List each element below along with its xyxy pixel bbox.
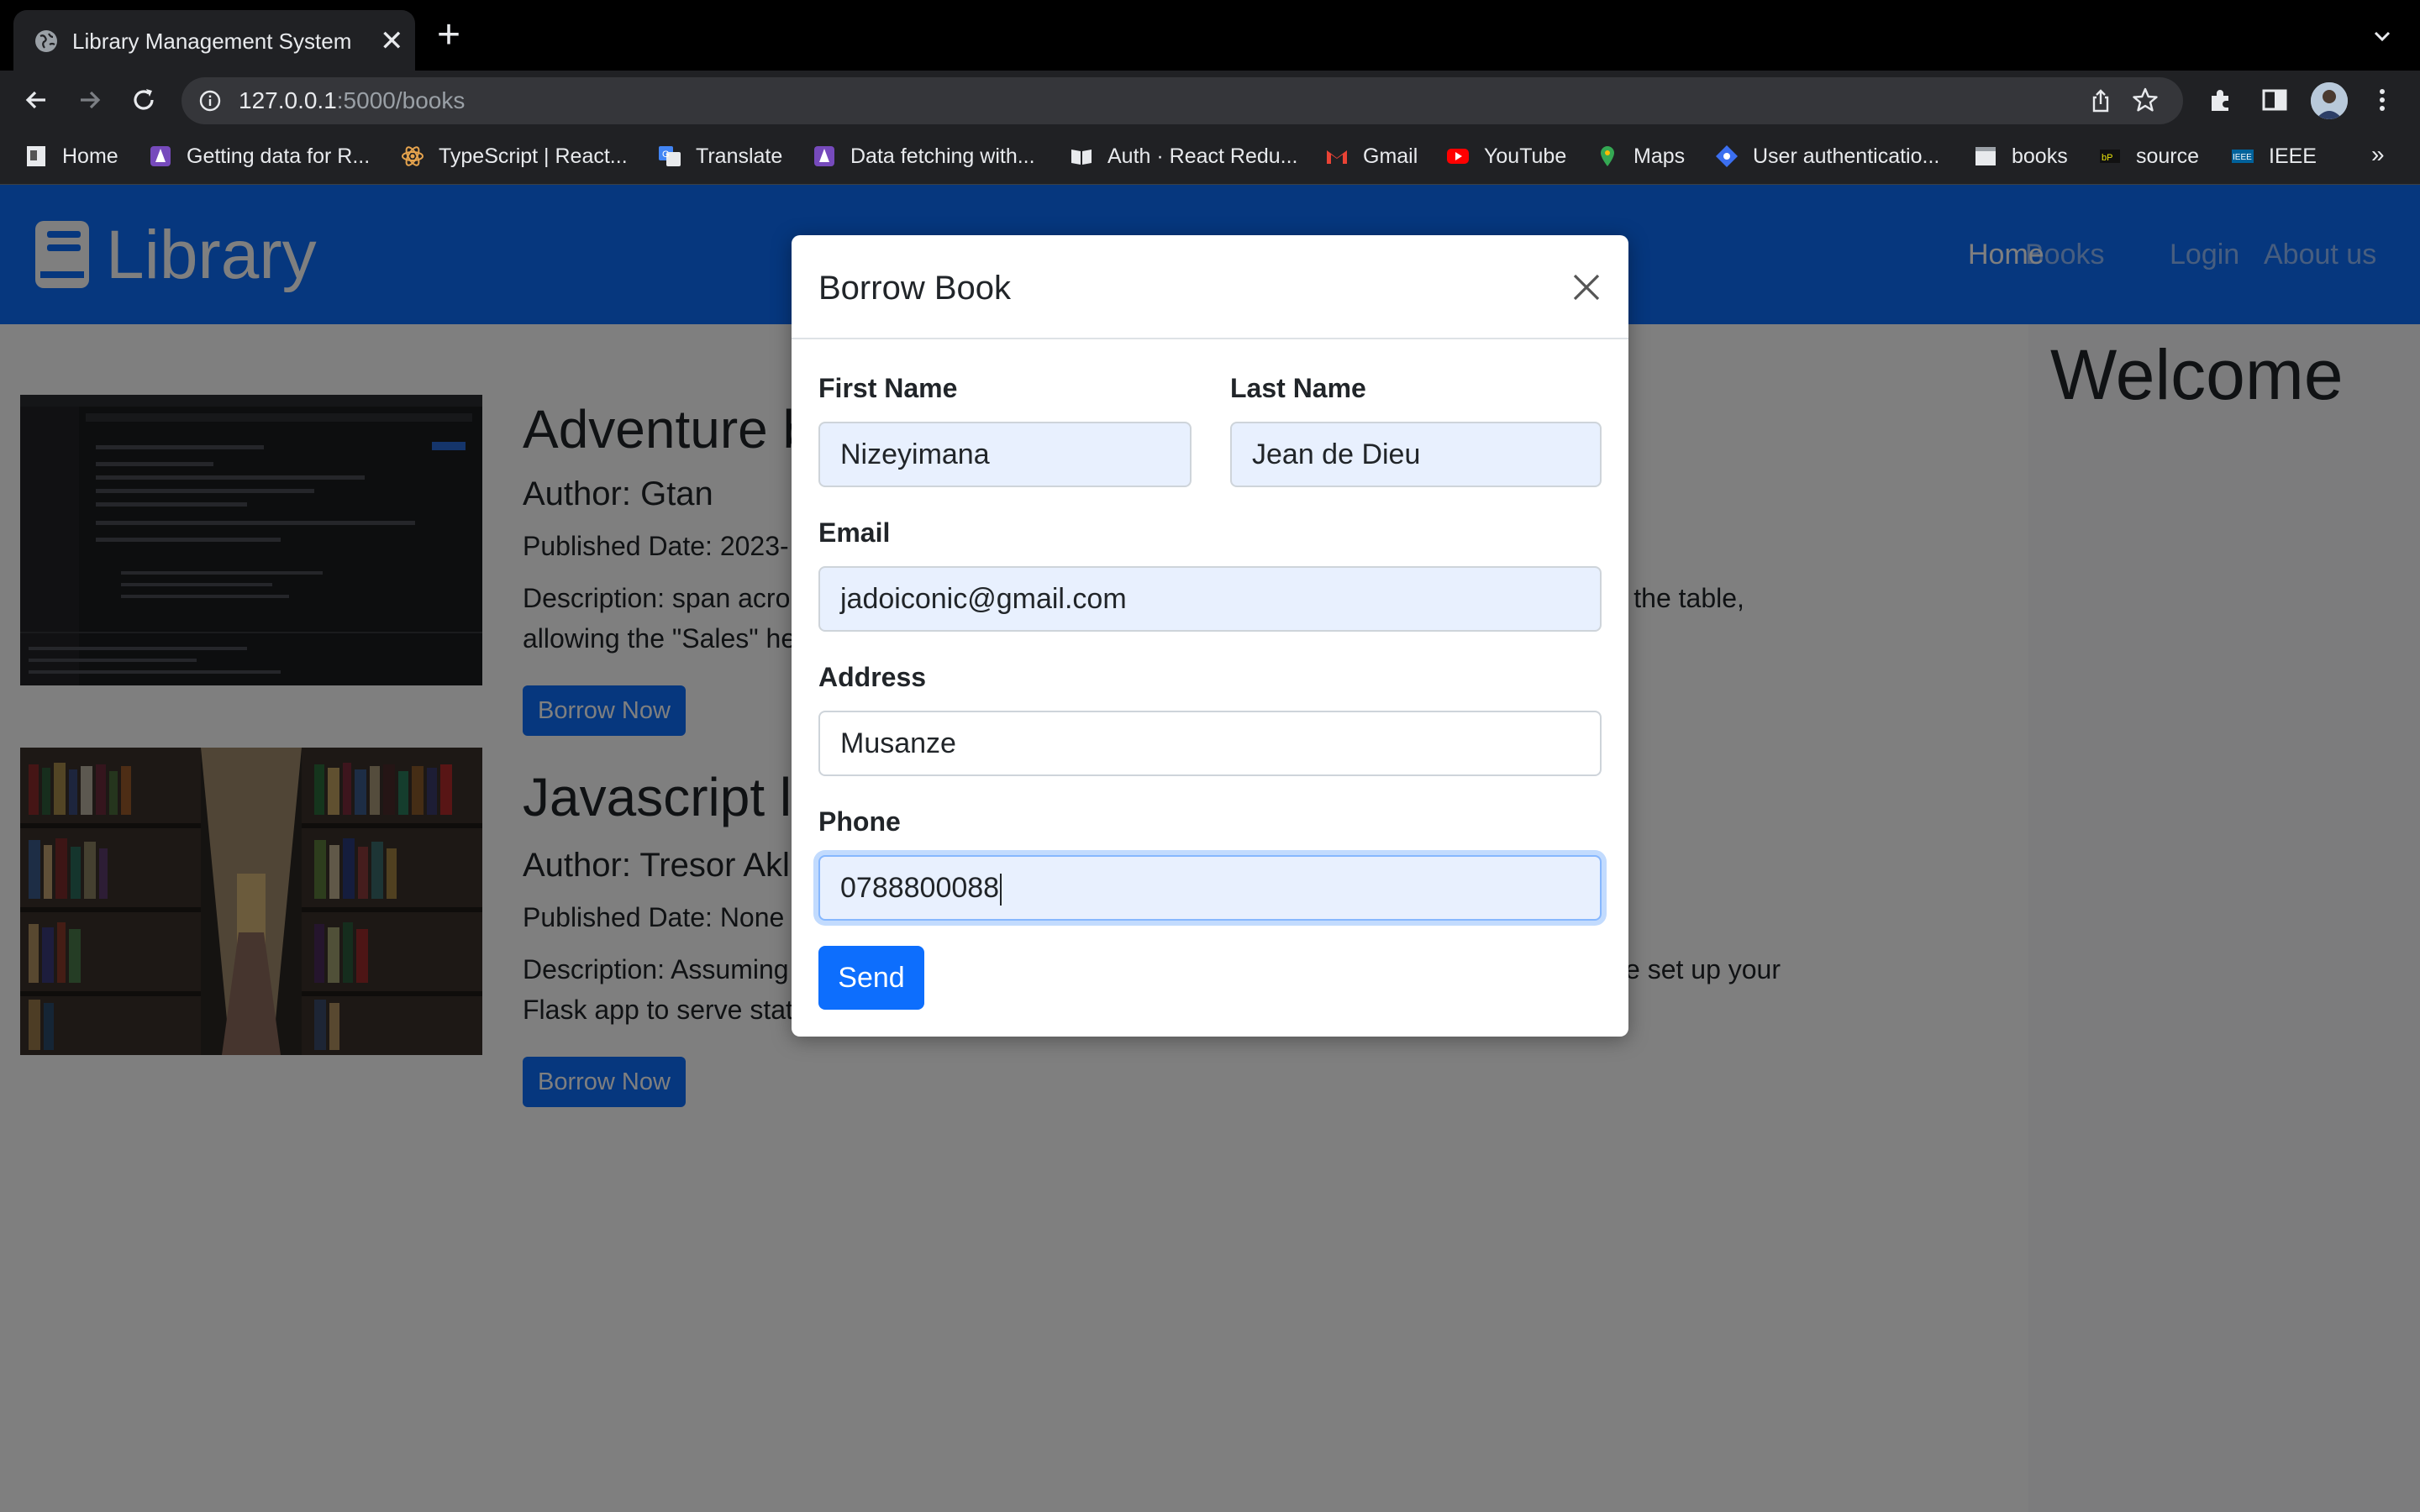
svg-text:IEEE: IEEE <box>2233 153 2252 162</box>
bookmark-user-authentication[interactable]: User authenticatio... <box>1714 141 1939 171</box>
address-input[interactable]: Musanze <box>818 711 1602 776</box>
browser-toolbar: 127.0.0.1:5000/books <box>0 71 2420 129</box>
first-name-input[interactable]: Nizeyimana <box>818 422 1192 487</box>
browser-tab[interactable]: Library Management System ✕ <box>13 10 415 71</box>
phone-label: Phone <box>818 806 901 837</box>
react-atom-icon <box>402 146 424 166</box>
bookmark-label: Getting data for R... <box>187 144 371 168</box>
phone-input[interactable]: 0788800088 <box>818 855 1602 921</box>
svg-text:G: G <box>662 150 670 160</box>
bookmarks-bar: Home Getting data for R... TypeScript | … <box>0 129 2420 185</box>
modal-header: Borrow Book <box>792 235 1628 339</box>
bookmark-label: Home <box>62 144 118 168</box>
site-info-icon[interactable] <box>198 89 222 113</box>
url-path: :5000/books <box>336 87 466 113</box>
bookmark-translate[interactable]: G Translate <box>657 141 782 171</box>
bookmark-auth-react-redux[interactable]: Auth · React Redu... <box>1069 141 1298 171</box>
bookmark-label: IEEE <box>2269 144 2317 168</box>
reload-icon[interactable] <box>128 84 160 116</box>
email-input[interactable]: jadoiconic@gmail.com <box>818 566 1602 632</box>
purple-rocket-icon <box>150 146 171 166</box>
side-panel-icon[interactable] <box>2259 84 2291 116</box>
bookmark-label: Auth · React Redu... <box>1107 144 1298 168</box>
google-translate-icon: G <box>659 146 681 166</box>
bookmark-books[interactable]: books <box>1973 141 2068 171</box>
bookmark-youtube[interactable]: YouTube <box>1445 141 1566 171</box>
modal-title: Borrow Book <box>818 270 1011 307</box>
url-text: 127.0.0.1:5000/books <box>239 87 465 114</box>
bookmark-data-fetching[interactable]: Data fetching with... <box>812 141 1035 171</box>
extensions-puzzle-icon[interactable] <box>2205 84 2237 116</box>
last-name-input[interactable]: Jean de Dieu <box>1230 422 1602 487</box>
blue-diamond-icon <box>1716 145 1738 167</box>
maps-pin-icon <box>1601 146 1614 166</box>
bookmark-label: books <box>2012 144 2068 168</box>
new-tab-button[interactable]: + <box>437 15 460 55</box>
svg-text:bP: bP <box>2102 153 2112 163</box>
bookmark-label: YouTube <box>1484 144 1567 168</box>
book-icon <box>1071 150 1092 165</box>
bookmark-typescript-react[interactable]: TypeScript | React... <box>400 141 628 171</box>
bookmark-star-icon[interactable] <box>2131 86 2160 114</box>
tab-title: Library Management System <box>72 29 352 54</box>
bookmark-label: TypeScript | React... <box>439 144 628 168</box>
bookmark-gmail[interactable]: Gmail <box>1324 141 1418 171</box>
address-bar[interactable]: 127.0.0.1:5000/books <box>182 77 2183 124</box>
email-label: Email <box>818 517 891 548</box>
bookmark-label: Maps <box>1634 144 1686 168</box>
browser-menu-icon[interactable] <box>2366 84 2398 116</box>
bookmark-label: User authenticatio... <box>1753 144 1940 168</box>
address-label: Address <box>818 662 927 692</box>
source-logo-icon: bP <box>2100 150 2120 163</box>
forward-arrow-icon[interactable] <box>74 84 106 116</box>
last-name-label: Last Name <box>1230 373 1366 403</box>
bookmark-label: Translate <box>696 144 783 168</box>
back-arrow-icon[interactable] <box>20 84 52 116</box>
ieee-logo-icon: IEEE <box>2232 150 2254 163</box>
globe-icon <box>35 30 57 52</box>
text-caret <box>1000 874 1002 906</box>
bookmark-label: source <box>2136 144 2200 168</box>
borrow-book-modal: Borrow Book First Name Last Name Nizeyim… <box>792 235 1628 1037</box>
white-page-icon <box>1975 147 1996 165</box>
home-page-icon <box>27 146 45 166</box>
tab-search-chevron-icon[interactable] <box>2370 24 2395 49</box>
bookmark-label: Data fetching with... <box>850 144 1035 168</box>
url-host: 127.0.0.1 <box>239 87 337 113</box>
bookmark-getting-data[interactable]: Getting data for R... <box>148 141 370 171</box>
youtube-icon <box>1447 149 1469 164</box>
first-name-label: First Name <box>818 373 958 403</box>
phone-value: 0788800088 <box>840 872 1000 904</box>
browser-tab-strip: Library Management System ✕ + <box>0 0 2420 71</box>
bookmark-ieee[interactable]: IEEE IEEE <box>2230 141 2317 171</box>
bookmark-maps[interactable]: Maps <box>1595 141 1685 171</box>
share-icon[interactable] <box>2087 87 2114 114</box>
more-bookmarks-chevron[interactable]: » <box>2371 141 2385 168</box>
gmail-icon <box>1327 150 1347 164</box>
profile-person-icon <box>2311 82 2348 119</box>
bookmark-home[interactable]: Home <box>24 141 118 171</box>
bookmark-source[interactable]: bP source <box>2097 141 2199 171</box>
profile-avatar[interactable] <box>2311 82 2348 119</box>
purple-rocket-icon <box>814 146 834 166</box>
close-icon[interactable] <box>1570 270 1603 304</box>
close-tab-icon[interactable]: ✕ <box>380 27 404 55</box>
bookmark-label: Gmail <box>1363 144 1418 168</box>
send-button[interactable]: Send <box>818 946 924 1010</box>
